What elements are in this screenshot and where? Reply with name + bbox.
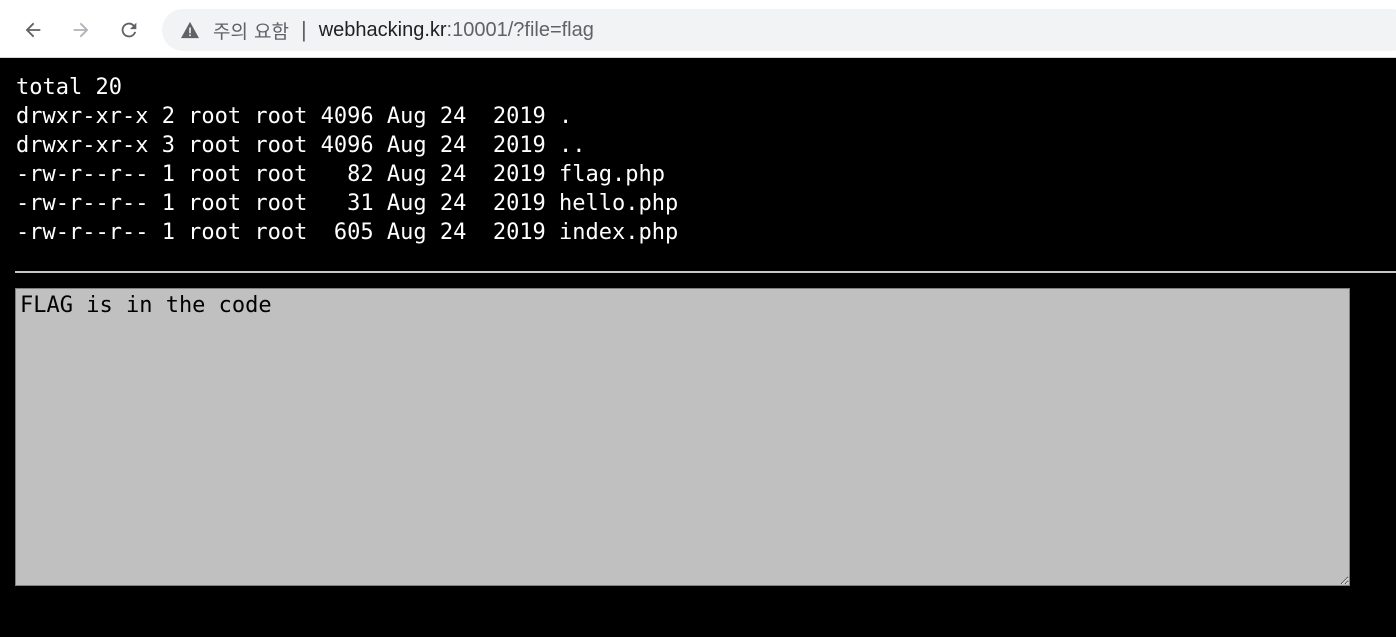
address-separator: | <box>300 17 307 42</box>
url-text[interactable]: webhacking.kr:10001/?file=flag <box>319 19 594 42</box>
url-path: :10001/?file=flag <box>446 18 594 41</box>
reload-button[interactable] <box>113 14 145 46</box>
reload-icon <box>121 22 137 38</box>
listing-line: -rw-r--r-- 1 root root 82 Aug 24 2019 fl… <box>16 162 666 187</box>
listing-line: total 20 <box>16 75 122 100</box>
forward-button[interactable] <box>65 14 97 46</box>
back-button[interactable] <box>17 14 49 46</box>
listing-line: drwxr-xr-x 2 root root 4096 Aug 24 2019 … <box>16 104 573 129</box>
listing-line: drwxr-xr-x 3 root root 4096 Aug 24 2019 … <box>16 133 586 158</box>
warning-triangle-icon[interactable] <box>179 19 201 41</box>
url-host: webhacking.kr <box>318 18 447 41</box>
arrow-left-icon <box>25 22 41 38</box>
horizontal-rule <box>15 271 1396 273</box>
code-textarea[interactable]: FLAG is in the code <box>15 288 1350 586</box>
browser-toolbar: 주의 요함 | webhacking.kr:10001/?file=flag <box>0 0 1396 58</box>
page-content: total 20 drwxr-xr-x 2 root root 4096 Aug … <box>0 58 1396 637</box>
listing-line: -rw-r--r-- 1 root root 31 Aug 24 2019 he… <box>16 191 679 216</box>
arrow-right-icon <box>73 22 89 38</box>
address-bar[interactable]: 주의 요함 | webhacking.kr:10001/?file=flag <box>162 9 1396 51</box>
listing-line: -rw-r--r-- 1 root root 605 Aug 24 2019 i… <box>16 220 679 245</box>
security-status-label[interactable]: 주의 요함 <box>213 17 289 44</box>
directory-listing: total 20 drwxr-xr-x 2 root root 4096 Aug … <box>16 73 678 247</box>
